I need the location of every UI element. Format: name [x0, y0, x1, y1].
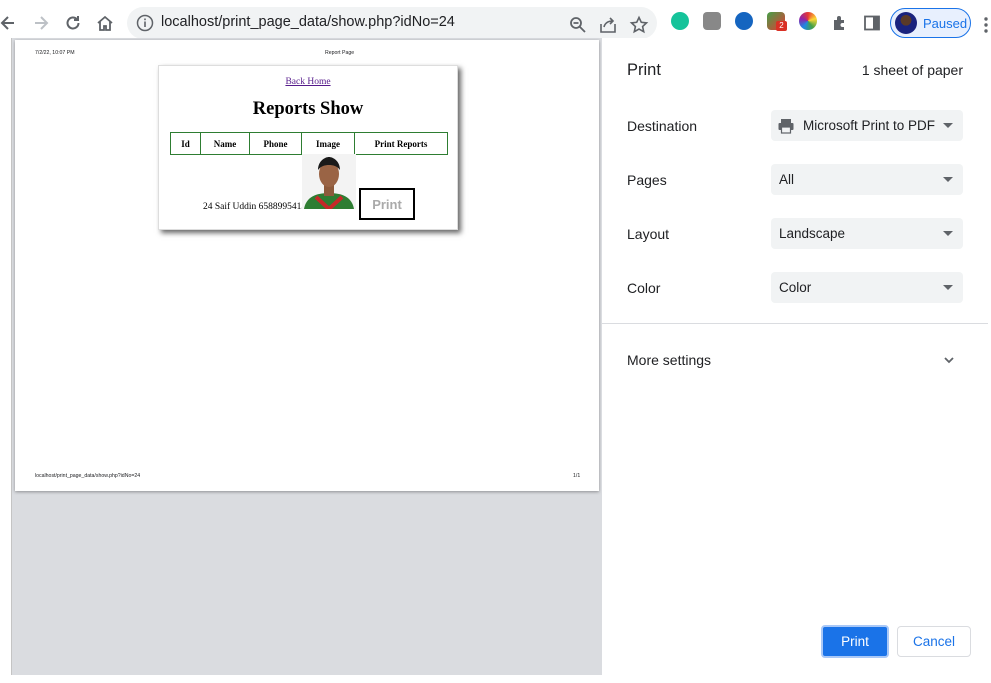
site-info-icon[interactable]: [136, 14, 154, 32]
more-settings-label: More settings: [627, 352, 712, 368]
back-arrow-icon[interactable]: [0, 11, 20, 35]
column-header-print-reports: Print Reports: [374, 138, 428, 149]
destination-label: Destination: [627, 118, 698, 134]
dropdown-arrow-icon: [943, 231, 953, 236]
sheet-count: 1 sheet of paper: [861, 62, 963, 78]
preview-sheet: 7/2/22, 10:07 PM Report Page localhost/p…: [15, 40, 599, 491]
layout-value: Landscape: [779, 226, 846, 241]
panel-title: Print: [627, 61, 661, 79]
color-select[interactable]: Color: [771, 272, 963, 303]
layout-select[interactable]: Landscape: [771, 218, 963, 249]
chevron-down-icon: [944, 357, 954, 364]
home-icon[interactable]: [93, 11, 117, 35]
destination-value: Microsoft Print to PDF: [803, 118, 936, 133]
grammarly-extension-icon[interactable]: [671, 12, 689, 30]
print-footer-url: localhost/print_page_data/show.php?idNo=…: [35, 473, 141, 479]
column-header-id: Id: [171, 133, 201, 154]
print-header-date: 7/2/22, 10:07 PM: [35, 50, 75, 56]
profile-status-label: Paused: [923, 16, 968, 31]
profile-chip[interactable]: Paused: [890, 8, 971, 38]
dropdown-arrow-icon: [943, 177, 953, 182]
print-header-title: Report Page: [325, 50, 355, 56]
dropdown-arrow-icon: [943, 285, 953, 290]
pages-label: Pages: [627, 172, 667, 188]
print-footer-page-number: 1/1: [573, 473, 581, 479]
color-picker-extension-icon[interactable]: [799, 12, 817, 30]
forward-arrow-icon[interactable]: [29, 11, 53, 35]
print-preview-area[interactable]: 7/2/22, 10:07 PM Report Page localhost/p…: [11, 38, 601, 675]
extension-icon[interactable]: [703, 12, 721, 30]
preview-print-button: Print: [359, 188, 415, 220]
extension-icon[interactable]: 2: [767, 12, 787, 31]
extension-badge: 2: [776, 21, 787, 31]
extensions-puzzle-icon[interactable]: [828, 11, 852, 35]
printer-icon: [778, 119, 794, 134]
print-settings-panel: Print 1 sheet of paper Destination Micro…: [601, 38, 988, 675]
color-value: Color: [779, 280, 812, 295]
pages-select[interactable]: All: [771, 164, 963, 195]
column-header-name: Name: [201, 133, 250, 154]
color-label: Color: [627, 280, 661, 296]
print-button[interactable]: Print: [821, 625, 889, 658]
dropdown-arrow-icon: [943, 123, 953, 128]
page-title: Reports Show: [252, 99, 364, 119]
url-text[interactable]: localhost/print_page_data/show.php?idNo=…: [161, 14, 455, 30]
more-settings-toggle[interactable]: More settings: [602, 342, 988, 378]
kebab-menu-icon[interactable]: [981, 13, 991, 37]
address-bar[interactable]: localhost/print_page_data/show.php?idNo=…: [127, 7, 657, 39]
cancel-button[interactable]: Cancel: [897, 626, 971, 657]
bookmark-star-icon[interactable]: [627, 13, 651, 37]
layout-label: Layout: [627, 226, 670, 242]
pages-value: All: [779, 172, 795, 187]
divider: [602, 323, 988, 324]
page-background: [0, 46, 11, 683]
back-home-link: Back Home: [285, 77, 331, 87]
video-extension-icon[interactable]: [735, 12, 753, 30]
share-icon[interactable]: [596, 13, 620, 37]
report-table-header: Id Name Phone Image Print Reports: [170, 132, 448, 155]
destination-select[interactable]: Microsoft Print to PDF: [771, 110, 963, 141]
zoom-icon[interactable]: [566, 13, 590, 37]
profile-photo: [302, 154, 356, 209]
side-panel-icon[interactable]: [860, 11, 884, 35]
column-header-phone: Phone: [250, 133, 302, 154]
reload-icon[interactable]: [61, 11, 85, 35]
avatar: [895, 12, 917, 34]
column-header-image: Image: [302, 133, 355, 154]
report-card: Back Home Reports Show Id Name Phone Ima…: [158, 65, 458, 230]
table-row: 24 Saif Uddin 6588995413: [203, 202, 307, 212]
